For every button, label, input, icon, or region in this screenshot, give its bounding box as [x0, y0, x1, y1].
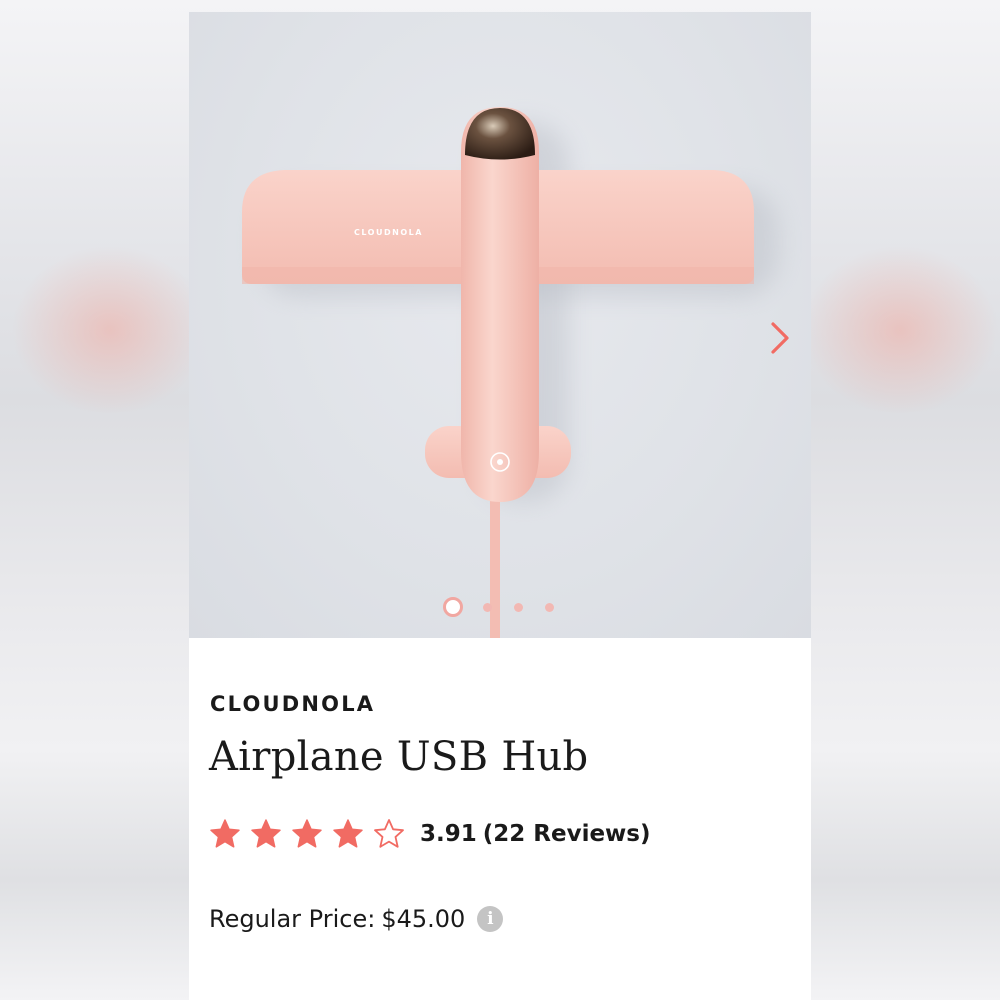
- chevron-right-icon[interactable]: [767, 320, 795, 356]
- star-icon: [210, 819, 240, 848]
- image-brand-text: CLOUDNOLA: [354, 228, 423, 237]
- star-outline-icon: [374, 819, 404, 848]
- product-card: CLOUDNOLA CLOUDNOLA Airplane USB Hub 3.9…: [189, 12, 811, 1000]
- price-amount: $45.00: [381, 905, 466, 933]
- info-icon[interactable]: i: [477, 906, 504, 932]
- carousel-dot[interactable]: [483, 602, 492, 612]
- star-icon: [292, 819, 322, 848]
- product-image: CLOUDNOLA: [242, 107, 779, 638]
- price-row: Regular Price: $45.00 i: [209, 905, 504, 933]
- star-rating: [209, 818, 414, 850]
- rating-value: 3.91: [420, 821, 477, 847]
- carousel-pagination: [443, 597, 576, 617]
- star-icon: [251, 819, 281, 848]
- brand-name[interactable]: CLOUDNOLA: [210, 692, 375, 716]
- carousel-dot[interactable]: [443, 597, 463, 617]
- star-icon: [333, 819, 363, 848]
- carousel-dot[interactable]: [545, 602, 554, 612]
- rating-summary[interactable]: 3.91 (22 Reviews): [209, 814, 657, 854]
- review-count-link[interactable]: (22 Reviews): [483, 821, 651, 847]
- product-image-carousel[interactable]: CLOUDNOLA: [189, 12, 811, 638]
- price-label: Regular Price:: [209, 905, 376, 933]
- carousel-dot[interactable]: [514, 602, 523, 612]
- product-title: Airplane USB Hub: [209, 734, 589, 780]
- rating-text: 3.91 (22 Reviews): [420, 821, 657, 847]
